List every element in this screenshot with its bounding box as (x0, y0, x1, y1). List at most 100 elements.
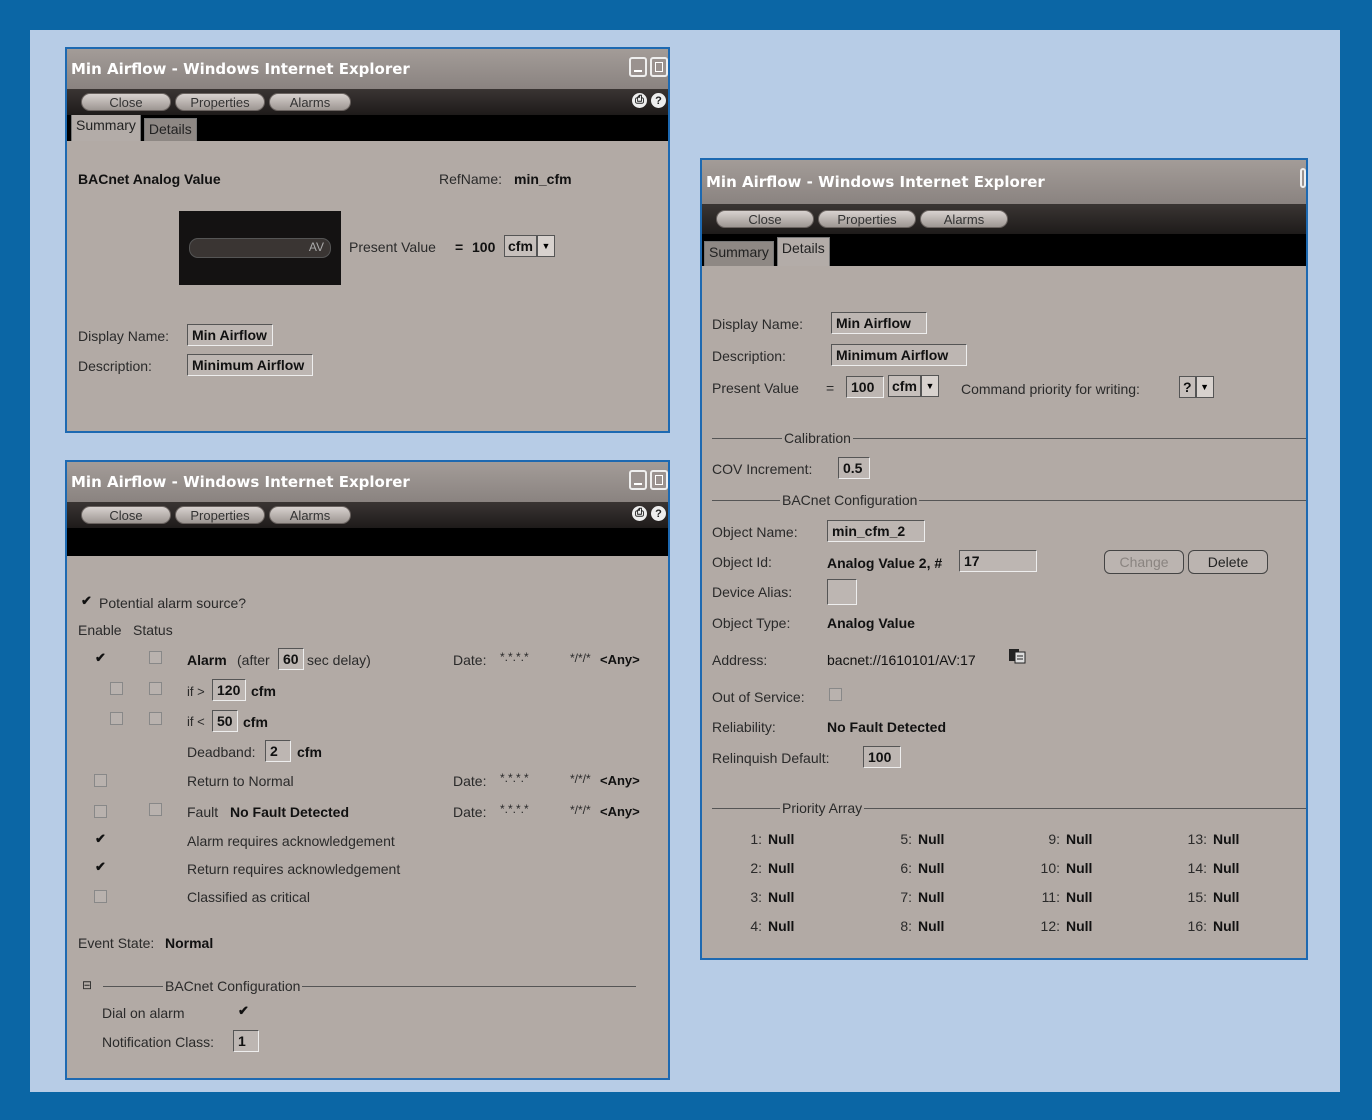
value-gauge: AV (179, 211, 341, 285)
any-value: <Any> (600, 652, 640, 667)
display-name-field[interactable]: Min Airflow (187, 324, 273, 346)
fault-time-value: */*/* (570, 803, 591, 817)
low-status-checkbox[interactable] (149, 712, 162, 725)
chevron-down-icon[interactable]: ▼ (1195, 376, 1214, 398)
critical-checkbox[interactable] (94, 890, 107, 903)
priority-select[interactable]: ? ▼ (1179, 376, 1214, 398)
fault-enable-checkbox[interactable] (94, 805, 107, 818)
chevron-down-icon[interactable]: ▼ (536, 235, 555, 257)
alarm-ack-checkbox[interactable]: ✔ (94, 832, 107, 846)
priority-value: Null (918, 918, 945, 934)
properties-button[interactable]: Properties (175, 93, 265, 111)
print-icon[interactable]: ⎙ (632, 93, 647, 108)
event-state-label: Event State: (78, 935, 155, 951)
minimize-icon[interactable] (629, 57, 647, 77)
alarms-button[interactable]: Alarms (269, 93, 351, 111)
print-icon[interactable]: ⎙ (632, 506, 647, 521)
priority-number: 3: (750, 889, 762, 905)
priority-value: Null (1213, 831, 1240, 847)
description-field[interactable]: Minimum Airflow (831, 344, 967, 366)
priority-value: Null (918, 889, 945, 905)
return-date-value: *.*.*.* (500, 771, 529, 785)
fault-status-checkbox[interactable] (149, 803, 162, 816)
priority-number: 1: (750, 831, 762, 847)
change-button[interactable]: Change (1104, 550, 1184, 574)
potential-alarm-checkbox[interactable]: ✔ (80, 594, 93, 608)
priority-number: 11: (1041, 889, 1060, 905)
notification-class-field[interactable]: 1 (233, 1030, 259, 1052)
chevron-down-icon[interactable]: ▼ (920, 375, 939, 397)
reliability-value: No Fault Detected (827, 719, 947, 735)
delay-field[interactable]: 60 (278, 648, 304, 670)
date-label: Date: (453, 652, 487, 668)
address-label: Address: (712, 652, 768, 668)
black-band (67, 528, 668, 556)
title-bar[interactable]: Min Airflow - Windows Internet Explorer (67, 462, 668, 502)
close-button[interactable]: Close (716, 210, 814, 228)
delete-button[interactable]: Delete (1188, 550, 1268, 574)
high-status-checkbox[interactable] (149, 682, 162, 695)
object-name-field[interactable]: min_cfm_2 (827, 520, 925, 542)
after-label: (after (237, 652, 270, 668)
close-button[interactable]: Close (81, 93, 171, 111)
tab-details[interactable]: Details (776, 237, 830, 266)
notification-class-label: Notification Class: (102, 1034, 215, 1050)
tab-summary[interactable]: Summary (71, 114, 141, 141)
properties-button[interactable]: Properties (818, 210, 916, 228)
priority-number: 4: (750, 918, 762, 934)
cov-field[interactable]: 0.5 (838, 457, 870, 479)
relinquish-field[interactable]: 100 (863, 746, 901, 768)
unit-select[interactable]: cfm ▼ (888, 375, 939, 397)
low-limit-field[interactable]: 50 (212, 710, 238, 732)
priority-number: 9: (1048, 831, 1060, 847)
return-enable-checkbox[interactable] (94, 774, 107, 787)
properties-button[interactable]: Properties (175, 506, 265, 524)
bacnet-config-heading: BACnet Configuration (165, 978, 301, 994)
priority-number: 5: (900, 831, 912, 847)
return-normal-label: Return to Normal (187, 773, 294, 789)
alarms-button[interactable]: Alarms (269, 506, 351, 524)
description-field[interactable]: Minimum Airflow (187, 354, 313, 376)
title-bar[interactable]: Min Airflow - Windows Internet Explorer (702, 160, 1306, 204)
close-button[interactable]: Close (81, 506, 171, 524)
address-value: bacnet://1610101/AV:17 (827, 652, 976, 668)
low-limit-label: if < (187, 714, 205, 729)
device-alias-field[interactable] (827, 579, 857, 605)
copy-icon[interactable] (1008, 648, 1026, 664)
high-limit-field[interactable]: 120 (212, 679, 246, 701)
dial-on-alarm-checkbox[interactable]: ✔ (237, 1004, 250, 1018)
priority-value: Null (1213, 918, 1240, 934)
object-type-label: Object Type: (712, 615, 791, 631)
dial-on-alarm-label: Dial on alarm (102, 1005, 185, 1021)
collapse-icon[interactable]: ⊟ (82, 978, 92, 992)
help-icon[interactable]: ? (651, 93, 666, 108)
deadband-field[interactable]: 2 (265, 740, 291, 762)
unit-select[interactable]: cfm ▼ (504, 235, 555, 257)
alarm-enable-checkbox[interactable]: ✔ (94, 651, 107, 665)
potential-alarm-label: Potential alarm source? (99, 595, 247, 611)
priority-value: Null (768, 860, 795, 876)
present-value-field[interactable]: 100 (846, 376, 884, 398)
tab-details[interactable]: Details (143, 118, 197, 141)
out-of-service-checkbox[interactable] (829, 688, 842, 701)
title-bar[interactable]: Min Airflow - Windows Internet Explorer (67, 49, 668, 89)
gauge-bar: AV (189, 238, 331, 258)
priority-value: Null (918, 831, 945, 847)
maximize-icon[interactable] (650, 470, 668, 490)
display-name-field[interactable]: Min Airflow (831, 312, 927, 334)
details-window: Min Airflow - Windows Internet Explorer … (700, 158, 1308, 960)
object-name-label: Object Name: (712, 524, 798, 540)
return-ack-checkbox[interactable]: ✔ (94, 860, 107, 874)
object-id-field[interactable]: 17 (959, 550, 1037, 572)
minimize-icon[interactable] (629, 470, 647, 490)
low-enable-checkbox[interactable] (110, 712, 123, 725)
priority-array-section: Priority Array (712, 800, 1306, 816)
priority-value: Null (1066, 889, 1093, 905)
help-icon[interactable]: ? (651, 506, 666, 521)
maximize-icon[interactable] (650, 57, 668, 77)
minimize-icon[interactable] (1300, 168, 1306, 188)
high-enable-checkbox[interactable] (110, 682, 123, 695)
alarms-button[interactable]: Alarms (920, 210, 1008, 228)
tab-summary[interactable]: Summary (704, 241, 774, 266)
alarm-status-checkbox[interactable] (149, 651, 162, 664)
